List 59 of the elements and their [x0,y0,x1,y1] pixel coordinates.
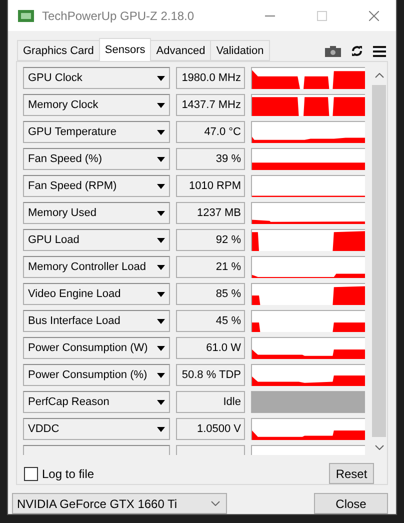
sensor-name-dropdown[interactable]: Bus Interface Load [23,310,170,332]
sensor-name-dropdown[interactable]: Memory Controller Load [23,256,170,278]
gpu-select[interactable]: NVIDIA GeForce GTX 1660 Ti [12,493,227,514]
dropdown-arrow-icon[interactable] [157,156,165,162]
sensor-name-dropdown[interactable]: Video Engine Load [23,283,170,305]
dropdown-arrow-icon[interactable] [157,102,165,108]
menu-icon[interactable] [373,46,386,56]
sensor-value: 47.0 °C [176,121,245,143]
close-button[interactable]: Close [314,493,388,514]
sensor-value: 85 % [176,283,245,305]
dropdown-arrow-icon[interactable] [157,318,165,324]
sensor-name-dropdown[interactable]: Memory Clock [23,94,170,116]
sensor-value: Idle [176,391,245,413]
sensor-value: 1010 RPM [176,175,245,197]
sensor-value: 61.0 W [176,337,245,359]
close-icon[interactable] [369,10,379,21]
camera-icon[interactable] [325,46,341,56]
dropdown-arrow-icon[interactable] [157,346,165,350]
chevron-icon [211,501,220,506]
reset-button[interactable]: Reset [329,463,374,484]
dropdown-arrow-icon[interactable] [157,238,165,242]
sensor-name-dropdown[interactable]: Memory Used [23,202,170,224]
dropdown-arrow-icon[interactable] [157,130,165,134]
tab[interactable]: Graphics Card [17,40,100,61]
dropdown-arrow-icon[interactable] [157,372,165,378]
log-to-file-checkbox[interactable]: Log to file [24,466,94,480]
sensor-name-dropdown[interactable]: PerfCap Reason [23,391,170,413]
sensor-name-dropdown[interactable]: Power Consumption (%) [23,364,170,386]
dropdown-arrow-icon[interactable] [157,292,165,296]
scroll-down-icon[interactable] [374,444,384,450]
sensor-name-dropdown[interactable]: GPU Load [23,229,170,251]
scroll-up-icon[interactable] [374,72,384,78]
sensor-value: 1.0500 V [176,418,245,440]
sensor-value: 39 % [176,148,245,170]
dropdown-arrow-icon[interactable] [157,210,165,216]
dropdown-arrow-icon[interactable] [157,400,165,404]
sensor-name-dropdown[interactable]: GPU Temperature [23,121,170,143]
sensor-value: 50.8 % TDP [176,364,245,386]
sensor-name-dropdown[interactable]: VDDC [23,418,170,440]
tab[interactable]: Advanced [150,40,212,61]
dropdown-arrow-icon[interactable] [157,76,165,80]
app-icon [18,10,34,22]
dropdown-arrow-icon[interactable] [157,264,165,270]
window-title: TechPowerUp GPU-Z 2.18.0 [42,8,196,23]
sensor-name-dropdown[interactable]: Fan Speed (%) [23,148,170,170]
sensor-value: 1237 MB [176,202,245,224]
tab[interactable]: Validation [210,40,270,61]
dropdown-arrow-icon[interactable] [157,426,165,432]
sensor-value: 21 % [176,256,245,278]
sensor-value: 1980.0 MHz [176,67,245,89]
sensor-value: 1437.7 MHz [176,94,245,116]
sensor-name-dropdown[interactable]: Fan Speed (RPM) [23,175,170,197]
sensor-value: 45 % [176,310,245,332]
sensor-name-dropdown[interactable]: Power Consumption (W) [23,337,170,359]
tab[interactable]: Sensors [98,38,152,61]
refresh-icon[interactable] [351,45,363,57]
sensor-name-dropdown[interactable]: GPU Clock [23,67,170,89]
sensor-value: 92 % [176,229,245,251]
dropdown-arrow-icon[interactable] [157,184,165,188]
